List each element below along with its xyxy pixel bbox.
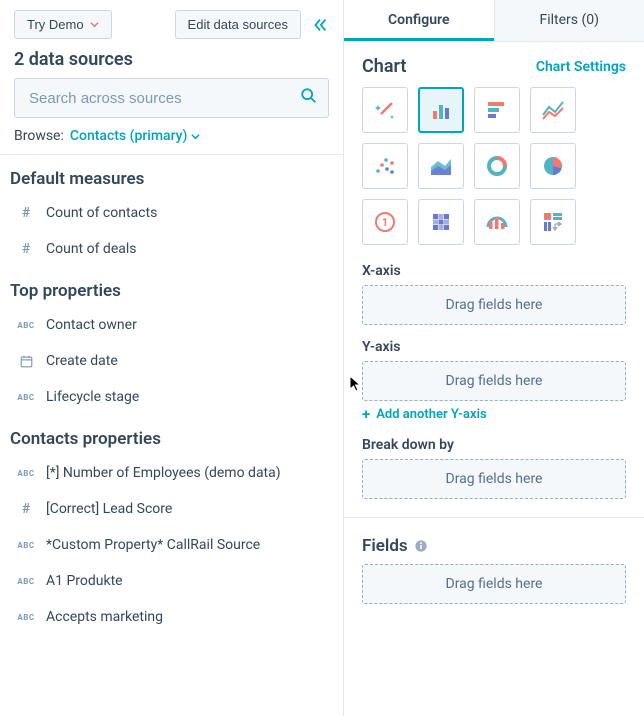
field-label: Lifecycle stage [46, 389, 139, 405]
field-label: A1 Produkte [46, 573, 123, 589]
try-demo-label: Try Demo [27, 17, 84, 32]
default-measures-header: Default measures [0, 155, 343, 195]
chart-type-bar-icon[interactable] [418, 87, 464, 133]
list-item[interactable]: Create date [0, 343, 343, 379]
list-item[interactable]: ABC*Custom Property* CallRail Source [0, 527, 343, 563]
chart-type-line-icon[interactable] [530, 87, 576, 133]
divider [344, 517, 644, 518]
try-demo-button[interactable]: Try Demo [14, 10, 112, 39]
breakdown-label: Break down by [362, 437, 626, 453]
list-item[interactable]: #[Correct] Lead Score [0, 491, 343, 527]
fields-dropzone[interactable]: Drag fields here [362, 564, 626, 604]
field-label: Count of contacts [46, 205, 157, 221]
add-y-axis-label: Add another Y-axis [376, 407, 486, 422]
caret-down-icon [90, 17, 99, 32]
chart-heading: Chart [362, 56, 406, 77]
x-axis-label: X-axis [362, 263, 626, 279]
tabs: Configure Filters (0) [344, 0, 644, 42]
field-label: Accepts marketing [46, 609, 163, 625]
svg-text:1: 1 [382, 216, 388, 229]
list-item[interactable]: ABCAccepts marketing [0, 599, 343, 635]
chart-type-area-icon[interactable] [418, 143, 464, 189]
add-y-axis-button[interactable]: + Add another Y-axis [362, 407, 487, 422]
info-icon[interactable] [414, 539, 428, 553]
field-sections: Default measures#Count of contacts#Count… [0, 155, 343, 635]
x-axis-dropzone[interactable]: Drag fields here [362, 285, 626, 325]
tab-configure[interactable]: Configure [344, 0, 494, 41]
list-item[interactable]: ABC[*] Number of Employees (demo data) [0, 455, 343, 491]
fields-heading: Fields [362, 536, 408, 556]
browse-value: Contacts (primary) [70, 128, 188, 144]
chart-type-grid: 1 [362, 87, 626, 245]
search-input[interactable] [27, 89, 300, 108]
search-input-wrapper [14, 78, 329, 118]
collapse-panel-icon[interactable] [311, 16, 329, 34]
contacts-properties-header: Contacts properties [0, 415, 343, 455]
chart-settings-link[interactable]: Chart Settings [536, 59, 626, 75]
chart-type-pivot-icon[interactable] [530, 199, 576, 245]
tab-filters[interactable]: Filters (0) [494, 0, 644, 41]
edit-sources-label: Edit data sources [188, 17, 288, 32]
chart-type-donut-icon[interactable] [474, 143, 520, 189]
edit-data-sources-button[interactable]: Edit data sources [175, 10, 301, 39]
browse-label: Browse: [14, 128, 64, 144]
caret-down-icon [191, 132, 200, 141]
chart-type-scatter-icon[interactable] [362, 143, 408, 189]
chart-type-hbar-icon[interactable] [474, 87, 520, 133]
chart-type-kpi-icon[interactable]: 1 [362, 199, 408, 245]
plus-icon: + [362, 407, 370, 422]
config-panel: Configure Filters (0) Chart Chart Settin… [344, 0, 644, 716]
top-properties-header: Top properties [0, 267, 343, 307]
chart-type-pie-icon[interactable] [530, 143, 576, 189]
y-axis-dropzone[interactable]: Drag fields here [362, 361, 626, 401]
field-label: Contact owner [46, 317, 137, 333]
chart-type-magic-icon[interactable] [362, 87, 408, 133]
chart-type-gauge-icon[interactable] [474, 199, 520, 245]
field-label: Count of deals [46, 241, 137, 257]
browse-dropdown[interactable]: Contacts (primary) [70, 128, 201, 144]
field-label: [*] Number of Employees (demo data) [46, 465, 281, 481]
field-label: *Custom Property* CallRail Source [46, 537, 260, 553]
chart-type-heat-icon[interactable] [418, 199, 464, 245]
breakdown-dropzone[interactable]: Drag fields here [362, 459, 626, 499]
sidebar: Try Demo Edit data sources 2 data source… [0, 0, 344, 716]
field-label: [Correct] Lead Score [46, 501, 172, 517]
y-axis-label: Y-axis [362, 339, 626, 355]
list-item[interactable]: ABCContact owner [0, 307, 343, 343]
list-item[interactable]: ABCA1 Produkte [0, 563, 343, 599]
list-item[interactable]: #Count of contacts [0, 195, 343, 231]
field-label: Create date [46, 353, 118, 369]
search-icon[interactable] [300, 87, 318, 109]
list-item[interactable]: #Count of deals [0, 231, 343, 267]
data-sources-count: 2 data sources [0, 49, 343, 78]
list-item[interactable]: ABCLifecycle stage [0, 379, 343, 415]
